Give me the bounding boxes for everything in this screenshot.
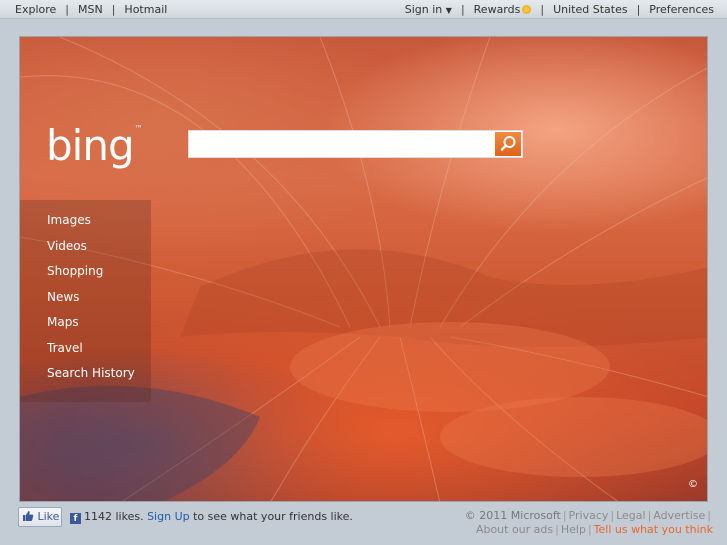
bing-logo[interactable]: bing™ [46, 124, 143, 167]
help-link[interactable]: Help [561, 523, 586, 536]
facebook-likes-info: f 1142 likes. Sign Up to see what your fr… [70, 510, 353, 524]
nav-msn-link[interactable]: MSN [78, 3, 103, 16]
separator: | [707, 509, 711, 522]
country-link[interactable]: United States [553, 3, 628, 16]
copyright-text: © 2011 Microsoft [464, 509, 561, 522]
facebook-like-button[interactable]: Like [18, 507, 62, 527]
side-nav-images[interactable]: Images [20, 208, 151, 234]
sign-up-link[interactable]: Sign Up [147, 510, 190, 523]
trademark-mark: ™ [134, 124, 143, 133]
separator: | [636, 3, 641, 16]
legal-link[interactable]: Legal [616, 509, 645, 522]
likes-count: 1142 likes. [84, 510, 144, 523]
side-nav-search-history[interactable]: Search History [20, 361, 151, 387]
feedback-link[interactable]: Tell us what you think [594, 523, 713, 536]
image-copyright-button[interactable]: © [688, 479, 698, 490]
side-nav: Images Videos Shopping News Maps Travel … [20, 200, 151, 402]
search-button[interactable] [495, 132, 521, 156]
nav-explore-link[interactable]: Explore [15, 3, 56, 16]
sign-in-button[interactable]: Sign in ▼ [405, 3, 452, 16]
footer-links: © 2011 Microsoft | Privacy | Legal | Advertise… [423, 509, 713, 537]
logo-text: bing [46, 121, 135, 170]
like-label: Like [37, 510, 60, 523]
search-input[interactable] [189, 131, 494, 157]
separator: | [562, 509, 567, 522]
separator: | [587, 523, 592, 536]
search-box [188, 130, 523, 158]
top-nav-right: Sign in ▼ | Rewards | United States | Preferen… [405, 3, 714, 16]
separator: | [111, 3, 116, 16]
sign-in-label: Sign in [404, 3, 443, 16]
side-nav-news[interactable]: News [20, 285, 151, 311]
side-nav-videos[interactable]: Videos [20, 234, 151, 260]
top-nav-left: Explore | MSN | Hotmail [15, 3, 167, 16]
top-bar: Explore | MSN | Hotmail Sign in ▼ | Rewards | Un… [0, 0, 727, 19]
separator: | [555, 523, 559, 536]
preferences-link[interactable]: Preferences [649, 3, 714, 16]
privacy-link[interactable]: Privacy [569, 509, 609, 522]
chevron-down-icon: ▼ [445, 6, 452, 15]
side-nav-travel[interactable]: Travel [20, 336, 151, 362]
separator: | [65, 3, 69, 16]
about-our-ads-link[interactable]: About our ads [476, 523, 553, 536]
separator: | [460, 3, 465, 16]
advertise-link[interactable]: Advertise [653, 509, 705, 522]
nav-hotmail-link[interactable]: Hotmail [124, 3, 167, 16]
thumbs-up-icon [23, 511, 34, 521]
rewards-label: Rewards [473, 3, 521, 16]
facebook-icon: f [70, 513, 81, 524]
rewards-medal-icon [522, 5, 532, 14]
separator: | [610, 509, 615, 522]
background-image-balloon: bing™ Images Videos Shopping News Maps T… [19, 36, 708, 502]
search-icon [500, 136, 516, 151]
rewards-link[interactable]: Rewards [474, 3, 532, 16]
sign-up-suffix: to see what your friends like. [193, 510, 353, 523]
side-nav-maps[interactable]: Maps [20, 310, 151, 336]
separator: | [540, 3, 545, 16]
side-nav-shopping[interactable]: Shopping [20, 259, 151, 285]
